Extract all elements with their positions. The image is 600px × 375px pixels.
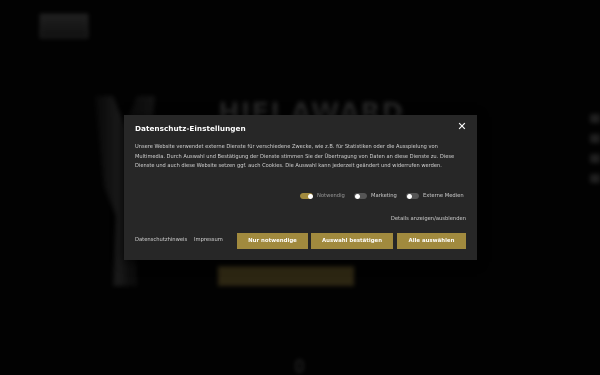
toggle-label: Externe Medien bbox=[423, 193, 464, 199]
imprint-link[interactable]: Impressum bbox=[194, 237, 223, 243]
switch-off-icon bbox=[406, 193, 419, 199]
dialog-description: Unsere Website verwendet externe Dienste… bbox=[135, 144, 455, 169]
privacy-notice-link[interactable]: Datenschutzhinweis bbox=[135, 237, 187, 243]
toggle-necessary[interactable]: Notwendig bbox=[300, 193, 345, 199]
toggle-label: Notwendig bbox=[317, 193, 345, 199]
details-toggle-link[interactable]: Details anzeigen/ausblenden bbox=[391, 216, 466, 222]
switch-off-icon bbox=[354, 193, 367, 199]
consent-toggles: Notwendig Marketing Externe Medien bbox=[124, 193, 466, 202]
toggle-marketing[interactable]: Marketing bbox=[354, 193, 397, 199]
accept-all-button[interactable]: Alle auswählen bbox=[397, 233, 466, 249]
toggle-label: Marketing bbox=[371, 193, 397, 199]
privacy-settings-dialog: Datenschutz-Einstellungen ✕ Unsere Websi… bbox=[124, 115, 477, 260]
necessary-only-button[interactable]: Nur notwendige bbox=[237, 233, 308, 249]
confirm-selection-button[interactable]: Auswahl bestätigen bbox=[311, 233, 393, 249]
switch-on-icon bbox=[300, 193, 313, 199]
dialog-title: Datenschutz-Einstellungen bbox=[135, 124, 246, 133]
close-icon[interactable]: ✕ bbox=[456, 121, 468, 133]
toggle-external-media[interactable]: Externe Medien bbox=[406, 193, 464, 199]
